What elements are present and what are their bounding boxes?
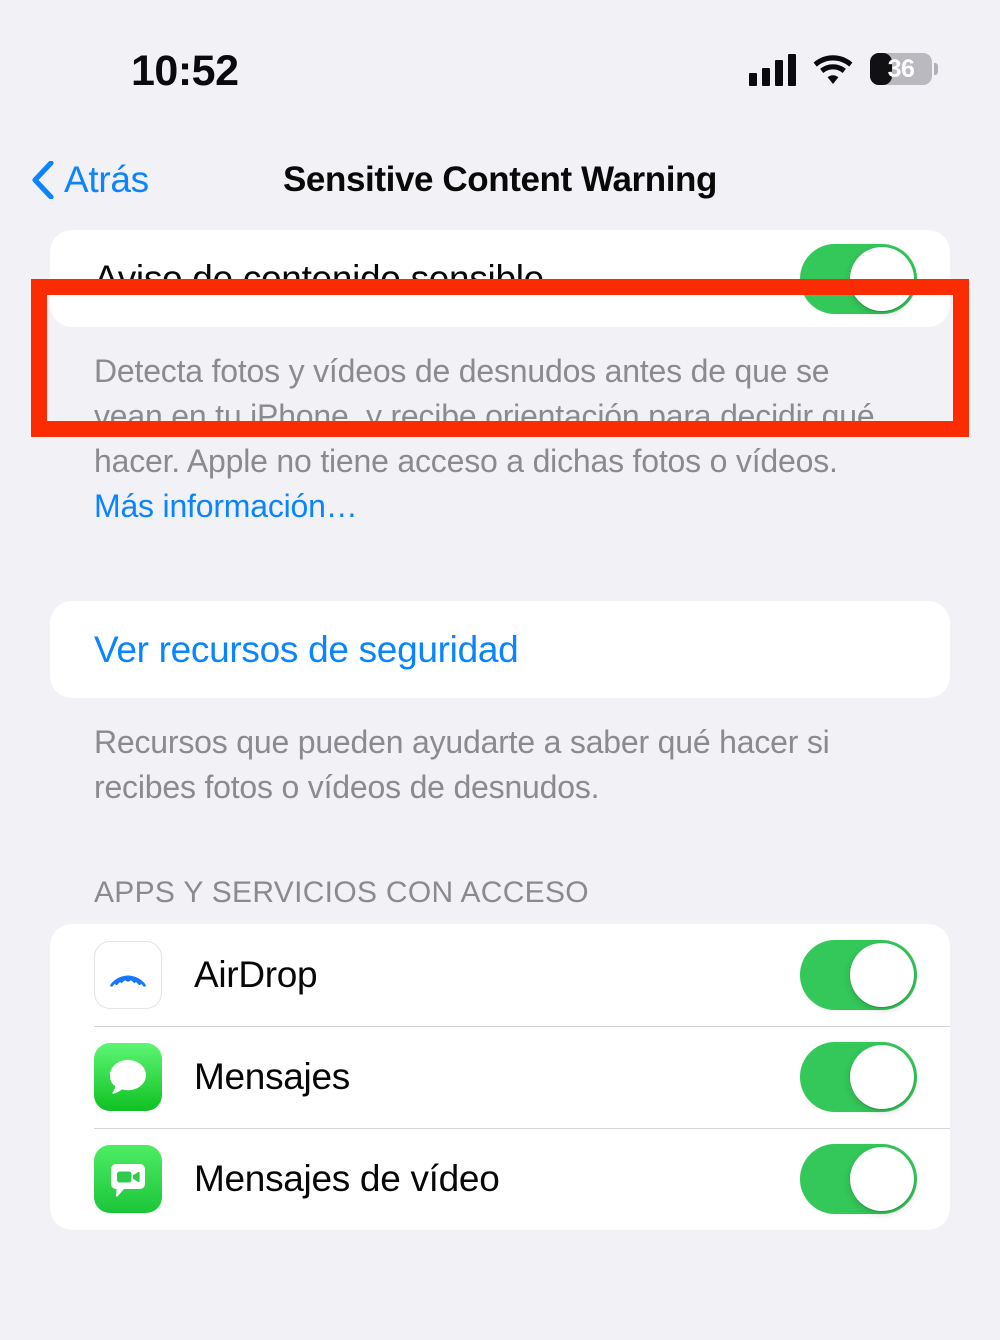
toggle-knob bbox=[850, 1045, 914, 1109]
app-row-messages[interactable]: Mensajes bbox=[94, 1026, 950, 1128]
apps-list-card: AirDrop Mensajes Mensajes de vídeo bbox=[50, 924, 950, 1230]
toggle-knob bbox=[850, 246, 914, 311]
settings-content: Aviso de contenido sensible Detecta foto… bbox=[0, 230, 1000, 1230]
sensitive-content-warning-toggle[interactable] bbox=[800, 243, 917, 314]
app-name-messages: Mensajes bbox=[194, 1056, 350, 1097]
footnote-text: Detecta fotos y vídeos de desnudos antes… bbox=[94, 353, 875, 479]
chevron-left-icon bbox=[32, 160, 54, 200]
view-safety-resources-label: Ver recursos de seguridad bbox=[94, 628, 519, 670]
app-name-video-messages: Mensajes de vídeo bbox=[194, 1158, 500, 1199]
toggle-knob bbox=[850, 1147, 914, 1211]
messages-toggle[interactable] bbox=[800, 1042, 917, 1112]
video-messages-toggle[interactable] bbox=[800, 1144, 917, 1214]
sensitive-content-warning-label: Aviso de contenido sensible bbox=[94, 257, 544, 299]
sensitive-content-card: Aviso de contenido sensible bbox=[50, 230, 950, 327]
navigation-bar: Sensitive Content Warning Atrás bbox=[0, 140, 1000, 220]
page-title: Sensitive Content Warning bbox=[282, 160, 717, 199]
toggle-knob bbox=[850, 943, 914, 1007]
sensitive-content-warning-row[interactable]: Aviso de contenido sensible bbox=[50, 230, 950, 327]
status-bar-indicators: 36 bbox=[749, 46, 938, 92]
battery-icon: 36 bbox=[870, 53, 938, 85]
back-button[interactable]: Atrás bbox=[32, 140, 149, 220]
view-safety-resources-row[interactable]: Ver recursos de seguridad bbox=[50, 601, 950, 698]
status-bar: 10:52 36 bbox=[0, 0, 1000, 118]
video-messages-icon bbox=[94, 1145, 162, 1213]
apps-section-header: Apps y servicios con acceso bbox=[94, 876, 589, 909]
wifi-icon bbox=[813, 53, 853, 85]
app-name-airdrop: AirDrop bbox=[194, 954, 318, 995]
airdrop-icon bbox=[94, 941, 162, 1009]
messages-icon bbox=[94, 1043, 162, 1111]
app-row-airdrop[interactable]: AirDrop bbox=[94, 924, 950, 1026]
airdrop-toggle[interactable] bbox=[800, 940, 917, 1010]
battery-percent-label: 36 bbox=[887, 55, 915, 83]
safety-resources-footnote: Recursos que pueden ayudarte a saber qué… bbox=[94, 724, 830, 805]
back-button-label: Atrás bbox=[64, 159, 149, 200]
app-row-video-messages[interactable]: Mensajes de vídeo bbox=[94, 1128, 950, 1230]
sensitive-content-footnote: Detecta fotos y vídeos de desnudos antes… bbox=[94, 349, 906, 529]
safety-resources-card: Ver recursos de seguridad bbox=[50, 601, 950, 698]
more-info-link[interactable]: Más información… bbox=[94, 488, 358, 524]
cellular-signal-icon bbox=[749, 52, 796, 86]
status-bar-time: 10:52 bbox=[131, 47, 239, 95]
